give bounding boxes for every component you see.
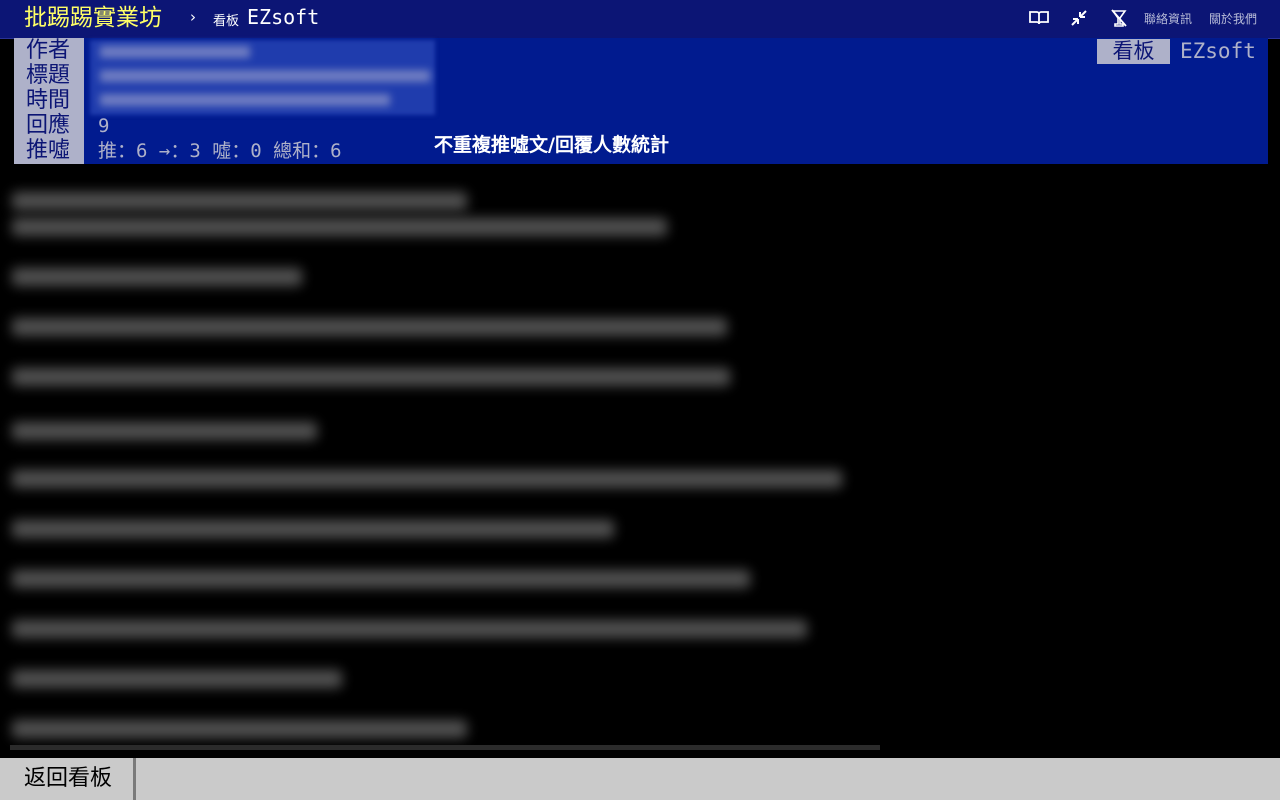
blurred-text-line xyxy=(12,318,727,336)
blurred-text-line xyxy=(12,570,750,588)
blurred-text-line xyxy=(12,218,667,236)
blurred-text-line xyxy=(12,720,467,738)
replies-count: 9 xyxy=(98,115,110,137)
push-stats: 推：6 →：3 噓：0 總和：6 xyxy=(98,140,342,162)
blurred-text-line xyxy=(12,470,842,488)
contact-link[interactable]: 聯絡資訊 xyxy=(1144,10,1192,27)
board-tag-label: 看板 xyxy=(1097,39,1170,64)
top-navbar: 批踢踢實業坊 › 看板 EZsoft 聯絡資訊 關於我們 xyxy=(0,0,1280,39)
article-body xyxy=(0,170,1280,750)
breadcrumb-board-label: 看板 xyxy=(213,14,240,29)
blurred-text-line xyxy=(12,620,807,638)
time-label: 時間 xyxy=(26,88,71,113)
title-label: 標題 xyxy=(26,63,71,88)
pushes-label: 推噓 xyxy=(26,138,71,163)
blurred-text-line xyxy=(12,368,730,386)
no-drinks-icon[interactable] xyxy=(1109,8,1131,30)
breadcrumb-board-link[interactable]: EZsoft xyxy=(247,5,319,29)
replies-label: 回應 xyxy=(26,113,71,138)
collapse-icon[interactable] xyxy=(1069,8,1091,30)
redacted-time xyxy=(100,94,390,106)
redacted-title xyxy=(100,70,430,82)
blurred-text-line xyxy=(12,268,302,286)
blurred-text-line xyxy=(12,520,614,538)
back-to-board-button[interactable]: 返回看板 xyxy=(0,758,136,800)
breadcrumb-separator: › xyxy=(190,8,196,26)
about-link[interactable]: 關於我們 xyxy=(1209,10,1257,27)
book-icon[interactable] xyxy=(1029,8,1051,30)
board-tag-name: EZsoft xyxy=(1180,39,1256,63)
dedupe-stats-link[interactable]: 不重複推噓文/回覆人數統計 xyxy=(434,133,669,158)
redacted-author xyxy=(100,46,250,58)
blurred-text-line xyxy=(12,670,342,688)
site-title-link[interactable]: 批踢踢實業坊 xyxy=(24,3,162,33)
horizontal-scrollbar[interactable] xyxy=(10,745,880,750)
bottom-bar: 返回看板 xyxy=(0,758,1280,800)
author-label: 作者 xyxy=(26,38,71,63)
blurred-text-line xyxy=(12,422,317,440)
blurred-text-line xyxy=(12,192,467,210)
